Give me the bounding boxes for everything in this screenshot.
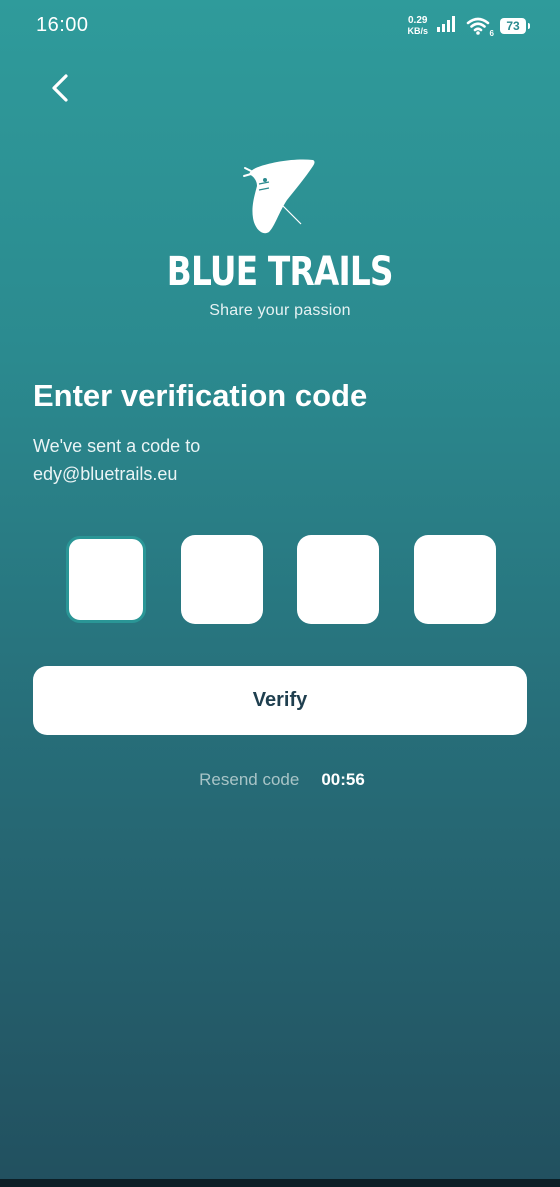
verification-screen: 16:00 0.29 KB/s 6 73 BLUE TRAILS Share y… (0, 0, 560, 1187)
page-title: Enter verification code (33, 378, 368, 413)
code-digit-3[interactable] (297, 535, 380, 624)
system-nav-bar (0, 1179, 560, 1187)
resend-code-link[interactable]: Resend code (199, 770, 299, 790)
manta-ray-icon (243, 159, 315, 234)
resend-row: Resend code 00:56 (0, 770, 560, 790)
brand-name: BLUE TRAILS (167, 249, 394, 295)
network-speed-value: 0.29 (408, 15, 428, 26)
battery-level: 73 (506, 19, 520, 33)
code-digit-4[interactable] (413, 535, 496, 624)
wifi-icon: 6 (466, 16, 494, 38)
network-speed: 0.29 KB/s (407, 15, 428, 37)
network-speed-unit: KB/s (407, 26, 428, 36)
resend-timer: 00:56 (321, 770, 365, 789)
status-time: 16:00 (36, 14, 89, 36)
battery-icon: 73 (500, 18, 530, 34)
status-icons: 0.29 KB/s 6 73 (407, 14, 530, 38)
wifi-badge: 6 (489, 29, 494, 38)
signal-icon (436, 15, 458, 38)
recipient-email: edy@bluetrails.eu (33, 464, 178, 484)
code-sent-line: We've sent a code to (33, 436, 201, 456)
brand-tagline: Share your passion (209, 302, 351, 319)
back-button[interactable] (38, 66, 82, 110)
brand-logo: BLUE TRAILS Share your passion (0, 150, 560, 320)
code-sent-message: We've sent a code to edy@bluetrails.eu (33, 432, 433, 488)
status-bar: 16:00 0.29 KB/s 6 73 (0, 0, 560, 52)
chevron-left-icon (52, 74, 68, 102)
verify-button[interactable]: Verify (33, 666, 527, 735)
code-digit-1[interactable] (66, 536, 146, 623)
code-digit-2[interactable] (180, 535, 263, 624)
code-input-row (66, 535, 496, 624)
